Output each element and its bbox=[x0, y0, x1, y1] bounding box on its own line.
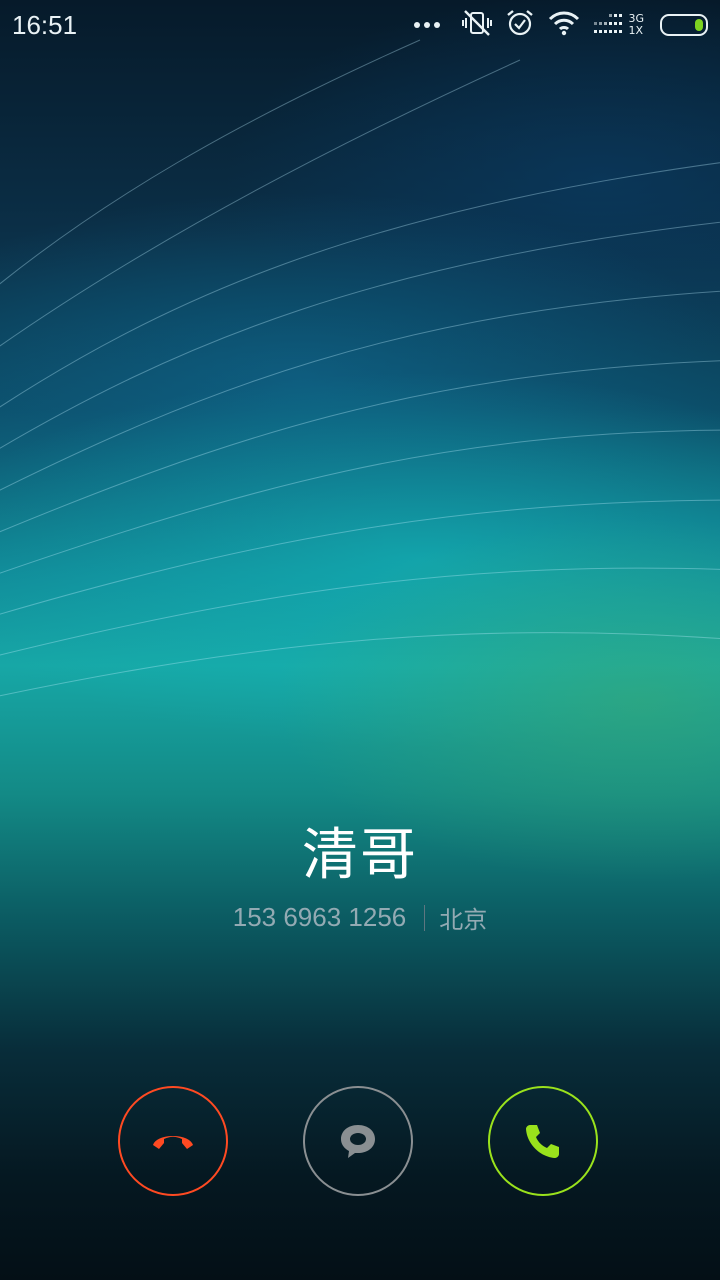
wifi-icon bbox=[548, 10, 580, 40]
network-type-bottom: 1X bbox=[628, 24, 644, 37]
network-type: 3G 1X bbox=[628, 13, 644, 37]
caller-details: 153 6963 1256 北京 bbox=[0, 900, 720, 935]
status-icons: 3G 1X bbox=[414, 8, 644, 42]
decline-call-button[interactable] bbox=[118, 1086, 228, 1196]
chat-bubble-icon bbox=[341, 1125, 375, 1158]
caller-location: 北京 bbox=[439, 906, 488, 934]
caller-name: 清哥 bbox=[302, 823, 418, 888]
divider bbox=[424, 904, 426, 931]
hang-up-icon bbox=[153, 1136, 193, 1149]
caller-info: 清哥 153 6963 1256 北京 bbox=[0, 820, 720, 935]
battery-icon bbox=[660, 14, 708, 36]
alarm-icon bbox=[506, 9, 534, 41]
phone-icon bbox=[526, 1125, 559, 1158]
signal-icon bbox=[594, 10, 623, 40]
silent-vibrate-icon bbox=[462, 9, 493, 41]
caller-number: 153 6963 1256 bbox=[232, 902, 407, 932]
answer-call-button[interactable] bbox=[488, 1086, 598, 1196]
status-bar: 16:51 3G 1X bbox=[0, 0, 720, 50]
more-dots-icon bbox=[414, 22, 441, 28]
incoming-call-screen: 16:51 3G 1X 清哥 153 6963 1256 北京 bbox=[0, 0, 720, 1280]
status-time: 16:51 bbox=[12, 10, 78, 40]
reply-message-button[interactable] bbox=[303, 1086, 413, 1196]
battery-level bbox=[695, 19, 703, 31]
